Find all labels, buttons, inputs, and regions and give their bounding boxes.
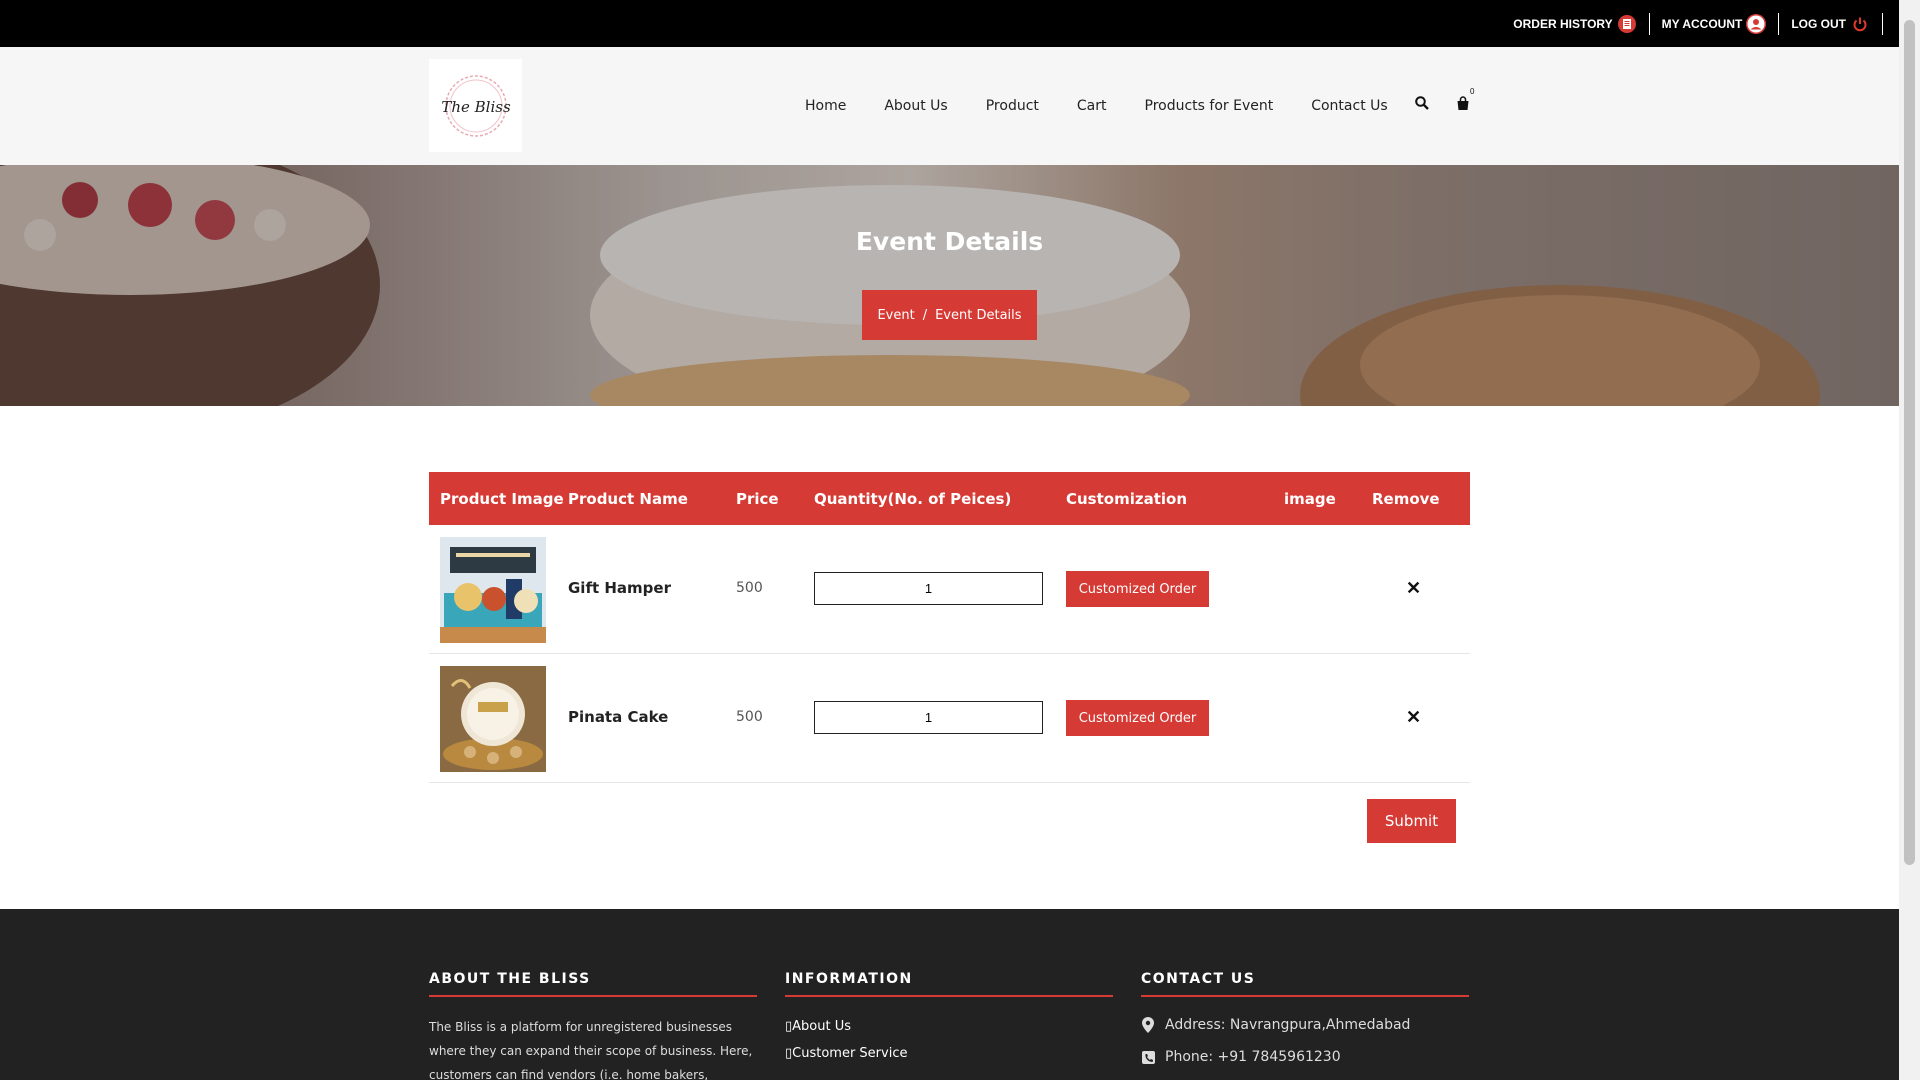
breadcrumb-event-link[interactable]: Event xyxy=(877,308,914,323)
shopping-bag-icon[interactable]: 0 xyxy=(1453,87,1474,113)
col-product-name: Product Name xyxy=(568,489,688,508)
power-icon xyxy=(1850,14,1870,34)
event-products-table: Product Image Product Name Price Quantit… xyxy=(429,472,1470,783)
page: ORDER HISTORY MY ACCOUNT LOG OUT The Bli… xyxy=(0,0,1899,1080)
footer-link-label: About Us xyxy=(792,1019,852,1034)
table-row: Gift Hamper 500 Customized Order ✕ xyxy=(429,525,1470,654)
breadcrumb: Event / Event Details xyxy=(862,290,1037,340)
footer-about-text: The Bliss is a platform for unregistered… xyxy=(429,1020,753,1080)
order-history-link[interactable]: ORDER HISTORY xyxy=(1501,12,1650,35)
footer-contact-heading: CONTACT US xyxy=(1141,971,1469,997)
col-remove: Remove xyxy=(1372,489,1440,508)
nav-about-us[interactable]: About Us xyxy=(884,98,947,114)
footer-phone: Phone: +91 7845961230 xyxy=(1141,1049,1469,1065)
col-customization: Customization xyxy=(1066,489,1188,508)
scrollbar-thumb[interactable] xyxy=(1904,20,1915,865)
phone-icon xyxy=(1141,1049,1155,1065)
product-price: 500 xyxy=(736,709,763,725)
site-footer: ABOUT THE BLISS The Bliss is a platform … xyxy=(0,909,1899,1080)
svg-text:The Bliss: The Bliss xyxy=(441,98,511,116)
wreath-logo-icon: The Bliss xyxy=(441,74,511,137)
submit-button[interactable]: Submit xyxy=(1367,799,1456,843)
footer-address: Address: Navrangpura,Ahmedabad xyxy=(1141,1017,1469,1033)
search-icon[interactable] xyxy=(1412,93,1432,113)
cart-count-badge: 0 xyxy=(1470,87,1475,96)
main-nav: Home About Us Product Cart Products for … xyxy=(786,47,1407,165)
customized-order-button[interactable]: Customized Order xyxy=(1066,571,1209,607)
log-out-label: LOG OUT xyxy=(1791,16,1846,31)
brand-logo[interactable]: The Bliss xyxy=(429,59,522,152)
footer-about: ABOUT THE BLISS The Bliss is a platform … xyxy=(429,971,757,1080)
col-price: Price xyxy=(736,489,779,508)
product-image-pinata-cake xyxy=(440,666,546,772)
close-icon[interactable]: ✕ xyxy=(1406,578,1421,599)
col-quantity: Quantity(No. of Peices) xyxy=(814,489,1012,508)
footer-link-about-us[interactable]: ▯About Us xyxy=(785,1019,1113,1034)
page-scrollbar[interactable] xyxy=(1899,0,1920,1080)
nav-cart[interactable]: Cart xyxy=(1077,98,1107,114)
nav-contact-us[interactable]: Contact Us xyxy=(1311,98,1387,114)
order-history-label: ORDER HISTORY xyxy=(1513,16,1613,31)
banner-overlay xyxy=(0,165,1899,406)
footer-information: INFORMATION ▯About Us ▯Customer Service xyxy=(785,971,1113,1073)
customized-order-button[interactable]: Customized Order xyxy=(1066,700,1209,736)
my-account-link[interactable]: MY ACCOUNT xyxy=(1650,12,1780,35)
footer-about-heading: ABOUT THE BLISS xyxy=(429,971,757,997)
footer-link-customer-service[interactable]: ▯Customer Service xyxy=(785,1046,1113,1061)
product-image-gift-hamper xyxy=(440,537,546,643)
phone-text: Phone: +91 7845961230 xyxy=(1165,1049,1341,1065)
footer-link-label: Customer Service xyxy=(792,1046,908,1061)
col-product-image: Product Image xyxy=(440,489,564,508)
breadcrumb-separator: / xyxy=(922,307,928,323)
page-title: Event Details xyxy=(855,227,1044,256)
table-header: Product Image Product Name Price Quantit… xyxy=(429,472,1470,525)
product-price: 500 xyxy=(736,580,763,596)
product-name: Pinata Cake xyxy=(568,708,669,726)
document-icon xyxy=(1617,14,1637,34)
footer-info-heading: INFORMATION xyxy=(785,971,1113,997)
my-account-label: MY ACCOUNT xyxy=(1661,16,1743,31)
product-name: Gift Hamper xyxy=(568,579,671,597)
user-icon xyxy=(1746,13,1767,34)
nav-products-for-event[interactable]: Products for Event xyxy=(1145,98,1274,114)
address-text: Address: Navrangpura,Ahmedabad xyxy=(1165,1017,1411,1033)
close-icon[interactable]: ✕ xyxy=(1406,707,1421,728)
quantity-input[interactable] xyxy=(814,701,1043,734)
top-bar: ORDER HISTORY MY ACCOUNT LOG OUT xyxy=(0,0,1899,47)
nav-product[interactable]: Product xyxy=(986,98,1039,114)
page-banner: Event Details Event / Event Details xyxy=(0,165,1899,406)
quantity-input[interactable] xyxy=(814,572,1043,605)
col-image: image xyxy=(1284,489,1336,508)
map-pin-icon xyxy=(1141,1017,1155,1033)
footer-contact: CONTACT US Address: Navrangpura,Ahmedaba… xyxy=(1141,971,1469,1080)
breadcrumb-current: Event Details xyxy=(935,307,1022,323)
log-out-link[interactable]: LOG OUT xyxy=(1779,12,1883,35)
site-header: The Bliss Home About Us Product Cart Pro… xyxy=(0,47,1899,165)
nav-home[interactable]: Home xyxy=(805,98,846,114)
table-row: Pinata Cake 500 Customized Order ✕ xyxy=(429,654,1470,783)
